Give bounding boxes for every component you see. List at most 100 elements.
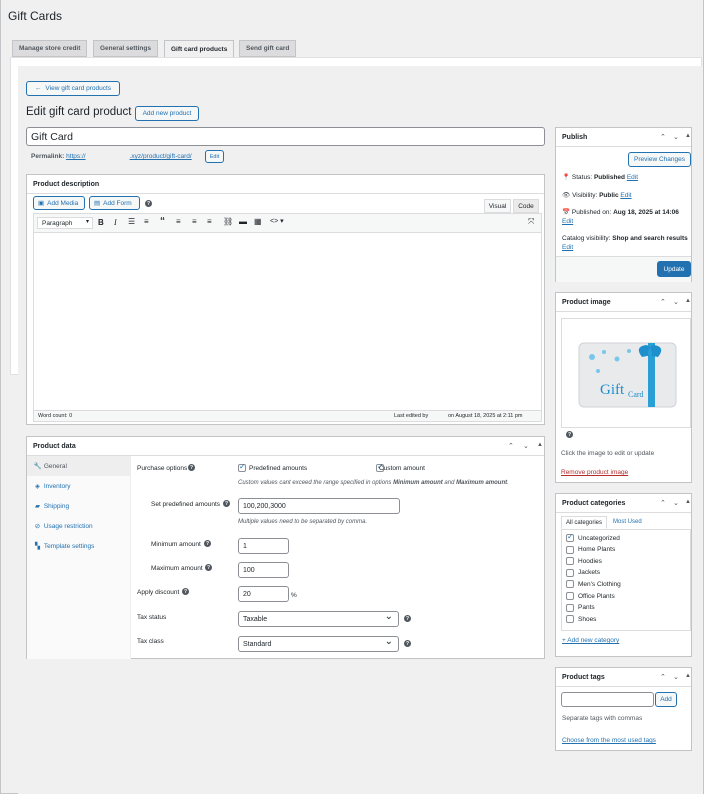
tab-inventory[interactable]: ◈ Inventory bbox=[27, 476, 131, 496]
add-new-category-link[interactable]: + Add new category bbox=[562, 637, 619, 644]
status-edit-link[interactable]: Edit bbox=[627, 174, 638, 181]
editor-content-area[interactable] bbox=[33, 233, 542, 411]
bold-icon[interactable]: B bbox=[98, 218, 104, 227]
move-down-icon[interactable]: ⌄ bbox=[673, 133, 679, 141]
tab-most-used[interactable]: Most Used bbox=[613, 519, 642, 525]
predefined-amounts-checkbox[interactable] bbox=[238, 462, 246, 472]
tab-shipping[interactable]: ▰ Shipping bbox=[27, 496, 131, 516]
link-icon[interactable]: ⛓ bbox=[223, 217, 233, 226]
category-label: Uncategorized bbox=[578, 534, 620, 542]
help-icon[interactable]: ? bbox=[404, 615, 411, 622]
category-checkbox[interactable] bbox=[566, 603, 574, 612]
permalink-link[interactable]: https:// .xyz/product/gift-card/ bbox=[66, 153, 192, 160]
predefined-amounts-input[interactable]: 100,200,3000 bbox=[238, 498, 400, 514]
move-down-icon[interactable]: ⌄ bbox=[523, 442, 529, 450]
help-icon[interactable]: ? bbox=[205, 564, 212, 571]
move-up-icon[interactable]: ⌃ bbox=[660, 133, 666, 141]
choose-most-used-tags-link[interactable]: Choose from the most used tags bbox=[562, 737, 656, 744]
move-up-icon[interactable]: ⌃ bbox=[660, 499, 666, 507]
add-form-button[interactable]: ▤ Add Form bbox=[89, 196, 140, 210]
category-checkbox[interactable] bbox=[566, 592, 574, 600]
align-right-icon[interactable]: ≡ bbox=[207, 217, 212, 226]
align-left-icon[interactable]: ≡ bbox=[176, 217, 181, 226]
tab-template-settings-label: Template settings bbox=[43, 542, 95, 550]
tab-gift-card-products[interactable]: Gift card products bbox=[164, 40, 235, 58]
category-checkbox[interactable] bbox=[566, 557, 574, 566]
category-item[interactable]: Pants bbox=[566, 603, 595, 612]
tab-manage-store-credit[interactable]: Manage store credit bbox=[12, 40, 88, 57]
category-checkbox[interactable] bbox=[566, 580, 574, 589]
product-title-input[interactable]: Gift Card bbox=[26, 127, 545, 146]
code-icon[interactable]: <> ▾ bbox=[270, 217, 284, 225]
product-image[interactable]: Gift Card bbox=[561, 318, 691, 428]
visibility-edit-link[interactable]: Edit bbox=[620, 192, 631, 199]
move-down-icon[interactable]: ⌄ bbox=[673, 499, 679, 507]
read-more-icon[interactable]: ▬ bbox=[239, 217, 247, 226]
move-up-icon[interactable]: ⌃ bbox=[660, 673, 666, 681]
bullet-list-icon[interactable]: ☰ bbox=[128, 217, 135, 226]
remove-image-link[interactable]: Remove product image bbox=[561, 469, 628, 476]
blockquote-icon[interactable]: “ bbox=[160, 216, 165, 227]
italic-icon[interactable]: I bbox=[114, 218, 117, 227]
minimum-amount-input[interactable]: 1 bbox=[238, 538, 289, 554]
category-item[interactable]: Hoodies bbox=[566, 557, 602, 566]
preview-changes-button[interactable]: Preview Changes bbox=[628, 152, 691, 167]
tab-code[interactable]: Code bbox=[513, 199, 539, 213]
move-down-icon[interactable]: ⌄ bbox=[673, 673, 679, 681]
tab-general[interactable]: 🔧 General bbox=[27, 456, 131, 476]
tax-status-value: Taxable bbox=[243, 615, 268, 623]
tab-visual[interactable]: Visual bbox=[484, 199, 511, 213]
catalog-visibility-edit-link[interactable]: Edit bbox=[562, 244, 573, 251]
category-item[interactable]: Jackets bbox=[566, 568, 600, 577]
tab-all-categories[interactable]: All categories bbox=[561, 516, 607, 529]
tab-send-gift-card[interactable]: Send gift card bbox=[239, 40, 297, 57]
help-icon[interactable]: ? bbox=[223, 500, 230, 507]
collapse-icon[interactable]: ▲ bbox=[537, 442, 543, 448]
tax-status-select[interactable]: Taxable bbox=[238, 611, 399, 627]
tab-template-settings[interactable]: ▚ Template settings bbox=[27, 536, 131, 556]
category-item[interactable]: Home Plants bbox=[566, 545, 615, 554]
published-on-edit-link[interactable]: Edit bbox=[562, 218, 573, 225]
add-tag-button[interactable]: Add bbox=[655, 692, 677, 707]
category-item[interactable]: Men's Clothing bbox=[566, 580, 621, 589]
editor-status-bar: Word count: 0 Last edited by on August 1… bbox=[33, 411, 542, 422]
align-center-icon[interactable]: ≡ bbox=[192, 217, 197, 226]
template-icon: ▚ bbox=[35, 543, 40, 550]
tab-general-settings[interactable]: General settings bbox=[93, 40, 158, 57]
numbered-list-icon[interactable]: ≡ bbox=[144, 217, 149, 226]
permalink-edit-button[interactable]: Edit bbox=[205, 150, 224, 163]
category-checkbox[interactable] bbox=[566, 568, 574, 577]
update-button[interactable]: Update bbox=[657, 261, 691, 277]
help-icon[interactable]: ? bbox=[182, 588, 189, 595]
category-item[interactable]: Office Plants bbox=[566, 592, 615, 600]
discount-input[interactable]: 20 bbox=[238, 586, 289, 602]
move-up-icon[interactable]: ⌃ bbox=[660, 298, 666, 306]
view-gift-card-products-button[interactable]: ← View gift card products bbox=[26, 81, 120, 96]
category-item[interactable]: Shoes bbox=[566, 615, 596, 624]
collapse-icon[interactable]: ▲ bbox=[685, 298, 691, 304]
help-icon[interactable]: ? bbox=[204, 540, 211, 547]
category-checkbox[interactable] bbox=[566, 615, 574, 624]
help-icon[interactable]: ? bbox=[566, 431, 573, 438]
tax-class-select[interactable]: Standard bbox=[238, 636, 399, 652]
toolbar-toggle-icon[interactable]: ▦ bbox=[254, 217, 262, 226]
help-icon[interactable]: ? bbox=[145, 200, 152, 207]
help-icon[interactable]: ? bbox=[404, 640, 411, 647]
maximum-amount-input[interactable]: 100 bbox=[238, 562, 289, 578]
collapse-icon[interactable]: ▲ bbox=[685, 133, 691, 139]
category-checkbox[interactable] bbox=[566, 532, 574, 542]
move-up-icon[interactable]: ⌃ bbox=[508, 442, 514, 450]
collapse-icon[interactable]: ▲ bbox=[685, 499, 691, 505]
help-icon[interactable]: ? bbox=[188, 464, 195, 471]
add-new-product-button[interactable]: Add new product bbox=[135, 106, 199, 121]
collapse-icon[interactable]: ▲ bbox=[685, 673, 691, 679]
format-select[interactable]: Paragraph bbox=[37, 217, 93, 229]
tag-input[interactable] bbox=[561, 692, 654, 707]
move-down-icon[interactable]: ⌄ bbox=[673, 298, 679, 306]
category-item[interactable]: Uncategorized bbox=[566, 532, 620, 542]
add-media-button[interactable]: ▣ Add Media bbox=[33, 196, 85, 210]
tab-usage-restriction[interactable]: ⊘ Usage restriction bbox=[27, 516, 131, 536]
fullscreen-icon[interactable]: ⤧ bbox=[528, 217, 534, 227]
category-checkbox[interactable] bbox=[566, 545, 574, 554]
catalog-visibility-value: Shop and search results bbox=[612, 235, 688, 242]
